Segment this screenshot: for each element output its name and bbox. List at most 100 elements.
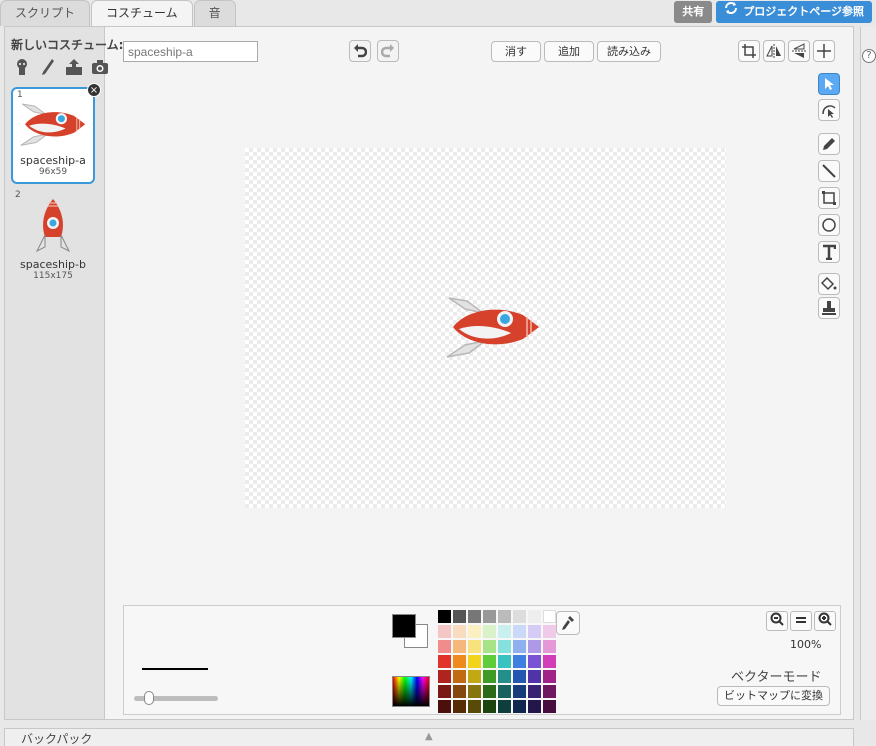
palette-swatch[interactable] (528, 625, 541, 638)
palette-swatch[interactable] (498, 700, 511, 713)
palette-swatch[interactable] (513, 625, 526, 638)
zoom-out-button[interactable] (766, 611, 788, 631)
expand-arrow-icon[interactable]: ▲ (425, 731, 433, 742)
palette-swatch[interactable] (513, 700, 526, 713)
palette-swatch[interactable] (483, 655, 496, 668)
palette-swatch[interactable] (498, 670, 511, 683)
undo-button[interactable] (349, 40, 371, 62)
crop-icon[interactable] (738, 40, 760, 62)
palette-swatch[interactable] (528, 610, 541, 623)
palette-swatch[interactable] (438, 700, 451, 713)
palette-swatch[interactable] (468, 625, 481, 638)
flip-vertical-icon[interactable] (788, 40, 810, 62)
set-costume-center-icon[interactable] (813, 40, 835, 62)
palette-swatch[interactable] (528, 700, 541, 713)
palette-swatch[interactable] (438, 655, 451, 668)
palette-swatch[interactable] (453, 700, 466, 713)
palette-swatch[interactable] (468, 670, 481, 683)
palette-swatch[interactable] (483, 625, 496, 638)
palette-swatch[interactable] (438, 670, 451, 683)
palette-swatch[interactable] (468, 640, 481, 653)
add-button[interactable]: 追加 (544, 41, 594, 62)
palette-swatch[interactable] (483, 685, 496, 698)
color-spectrum-picker[interactable] (392, 676, 430, 707)
palette-swatch[interactable] (483, 640, 496, 653)
palette-swatch[interactable] (498, 625, 511, 638)
palette-swatch[interactable] (438, 610, 451, 623)
palette-swatch[interactable] (483, 610, 496, 623)
tab-sounds[interactable]: 音 (193, 0, 236, 26)
tool-select[interactable] (818, 73, 840, 95)
help-icon[interactable]: ? (862, 49, 876, 63)
palette-swatch[interactable] (543, 610, 556, 623)
palette-swatch[interactable] (513, 685, 526, 698)
backpack-bar[interactable]: バックパック ▲ (4, 728, 854, 746)
costume-name-input[interactable] (123, 41, 258, 62)
flip-horizontal-icon[interactable] (763, 40, 785, 62)
palette-swatch[interactable] (513, 610, 526, 623)
tool-pencil[interactable] (818, 133, 840, 155)
share-button[interactable]: 共有 (674, 1, 713, 23)
palette-swatch[interactable] (543, 640, 556, 653)
palette-swatch[interactable] (543, 625, 556, 638)
palette-swatch[interactable] (528, 640, 541, 653)
redo-button[interactable] (377, 40, 399, 62)
palette-swatch[interactable] (453, 655, 466, 668)
palette-swatch[interactable] (543, 670, 556, 683)
costume-item-1[interactable]: 1 × spaceship-a 96x59 (11, 83, 101, 184)
palette-swatch[interactable] (498, 640, 511, 653)
costume-item-2[interactable]: 2 spaceship-b 115x175 (11, 189, 95, 284)
palette-swatch[interactable] (483, 670, 496, 683)
palette-swatch[interactable] (528, 670, 541, 683)
palette-swatch[interactable] (513, 670, 526, 683)
upload-costume-icon[interactable] (65, 58, 83, 76)
tool-reshape[interactable] (818, 99, 840, 121)
clear-button[interactable]: 消す (491, 41, 541, 62)
palette-swatch[interactable] (438, 685, 451, 698)
palette-swatch[interactable] (528, 655, 541, 668)
palette-swatch[interactable] (498, 685, 511, 698)
palette-swatch[interactable] (453, 625, 466, 638)
camera-icon[interactable] (91, 58, 109, 76)
palette-swatch[interactable] (453, 610, 466, 623)
palette-swatch[interactable] (453, 685, 466, 698)
zoom-in-button[interactable] (814, 611, 836, 631)
palette-swatch[interactable] (468, 610, 481, 623)
tool-fill[interactable] (818, 273, 840, 295)
palette-swatch[interactable] (498, 655, 511, 668)
slider-handle[interactable] (144, 691, 154, 705)
zoom-reset-button[interactable] (790, 611, 812, 631)
choose-from-library-icon[interactable] (13, 58, 31, 76)
delete-costume-icon[interactable]: × (87, 83, 101, 97)
see-project-page-button[interactable]: プロジェクトページ参照 (716, 1, 872, 23)
tool-rectangle[interactable] (818, 187, 840, 209)
palette-swatch[interactable] (543, 655, 556, 668)
palette-swatch[interactable] (543, 700, 556, 713)
tool-ellipse[interactable] (818, 214, 840, 236)
eyedropper-button[interactable] (556, 611, 580, 635)
palette-swatch[interactable] (453, 640, 466, 653)
tab-scripts[interactable]: スクリプト (0, 0, 91, 26)
tool-stamp[interactable] (818, 297, 840, 319)
palette-swatch[interactable] (513, 655, 526, 668)
stroke-width-slider[interactable] (134, 691, 218, 705)
palette-swatch[interactable] (483, 700, 496, 713)
convert-to-bitmap-button[interactable]: ビットマップに変換 (717, 686, 830, 706)
palette-swatch[interactable] (513, 640, 526, 653)
palette-swatch[interactable] (528, 685, 541, 698)
palette-swatch[interactable] (468, 700, 481, 713)
palette-swatch[interactable] (438, 625, 451, 638)
palette-swatch[interactable] (468, 685, 481, 698)
palette-swatch[interactable] (543, 685, 556, 698)
primary-color-swatch[interactable] (392, 614, 416, 638)
paint-new-costume-icon[interactable] (39, 58, 57, 76)
palette-swatch[interactable] (438, 640, 451, 653)
import-button[interactable]: 読み込み (597, 41, 661, 62)
tool-line[interactable] (818, 160, 840, 182)
palette-swatch[interactable] (453, 670, 466, 683)
drawing-canvas[interactable] (245, 148, 726, 508)
palette-swatch[interactable] (468, 655, 481, 668)
palette-swatch[interactable] (498, 610, 511, 623)
tool-text[interactable] (818, 241, 840, 263)
tab-costumes[interactable]: コスチューム (91, 0, 193, 27)
